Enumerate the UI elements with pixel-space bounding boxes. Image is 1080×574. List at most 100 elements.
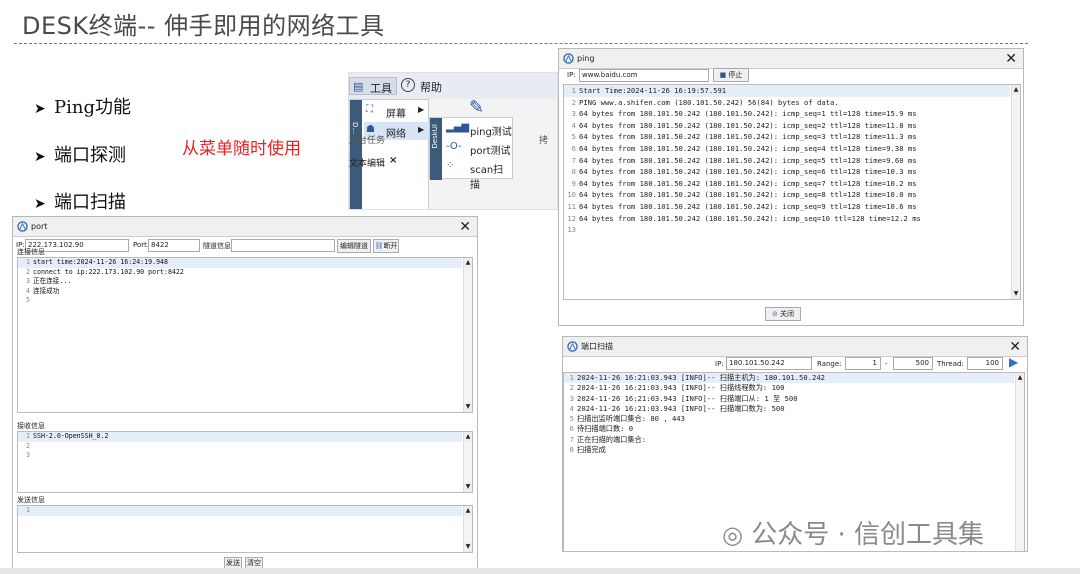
line-text: Start Time:2024-11-26 16:19:57.591	[579, 86, 727, 95]
line-text: 64 bytes from 180.101.50.242 (180.101.50…	[579, 167, 917, 177]
line-number: 7	[571, 155, 576, 165]
line-number: 7	[569, 434, 574, 444]
range-from-spinner[interactable]: 1	[845, 357, 881, 370]
scan-ip-input[interactable]: 180.101.50.242	[726, 357, 812, 370]
line-number: 4	[569, 403, 574, 413]
toolbox-icon: ▤	[353, 80, 364, 93]
list-item: 12 64 bytes from 180.101.50.242 (180.101.…	[564, 213, 1010, 225]
line-text: 正在扫描的端口集合:	[577, 434, 647, 444]
line-number: 8	[571, 167, 576, 177]
bullet-port-probe: ➤ 端口探测	[34, 145, 126, 166]
submenu-ping-test[interactable]: ▂▄▆ ping测试	[444, 120, 512, 138]
line-text: 64 bytes from 180.101.50.242 (180.101.50…	[579, 109, 917, 119]
scroll-up-icon[interactable]: ▲	[464, 258, 472, 268]
submenu-arrow-icon: ▶	[418, 125, 425, 134]
line-text: 2024-11-26 16:21:03.943 [INFO]-- 扫描端口数为:…	[577, 403, 785, 413]
port-number-input[interactable]: 8422	[148, 239, 200, 252]
scroll-up-icon[interactable]: ▲	[1012, 85, 1020, 95]
scrollbar[interactable]: ▲ ▼	[463, 432, 472, 492]
list-item: 11 64 bytes from 180.101.50.242 (180.101.…	[564, 201, 1010, 213]
menu-tools[interactable]: ▤ 工具	[349, 77, 397, 95]
line-text: 2024-11-26 16:21:03.943 [INFO]-- 扫描端口从: …	[577, 393, 798, 403]
menu-help[interactable]: ? 帮助	[401, 77, 451, 95]
line-number: 5	[569, 414, 574, 424]
stop-icon: ■	[719, 71, 727, 79]
stop-button[interactable]: ■ 停止	[713, 68, 749, 82]
list-item: 5 64 bytes from 180.101.50.242 (180.101.5…	[564, 131, 1010, 143]
disconnect-button[interactable]: ⛓断开	[373, 239, 399, 253]
list-item: 5	[26, 296, 30, 304]
help-icon: ?	[401, 78, 415, 92]
port-titlebar: port ✕	[13, 217, 477, 237]
list-item: 4 2024-11-26 16:21:03.943 [INFO]-- 扫描端口数为…	[564, 404, 1014, 414]
line-number: 10	[567, 190, 576, 200]
scrollbar[interactable]: ▲	[1015, 373, 1024, 551]
scroll-down-icon[interactable]: ▼	[464, 402, 472, 412]
line-number: 2	[569, 383, 574, 393]
list-item: 8 扫描完成	[564, 445, 1014, 455]
list-item: 8 64 bytes from 180.101.50.242 (180.101.5…	[564, 166, 1010, 178]
receive-info-area[interactable]: 1 SSH-2.0-OpenSSH_8.2 2 3 ▲ ▼	[17, 431, 473, 493]
list-item: 3 2024-11-26 16:21:03.943 [INFO]-- 扫描端口从:…	[564, 394, 1014, 404]
screen-icon: ⛶	[366, 104, 373, 115]
list-item: 3	[26, 451, 30, 459]
app-logo-icon	[563, 53, 574, 64]
close-icon[interactable]: ✕	[1005, 49, 1017, 69]
close-button[interactable]: ⊘ 关闭	[765, 307, 801, 321]
line-number: 1	[571, 86, 576, 95]
line-number: 3	[571, 109, 576, 119]
close-icon[interactable]: ×	[389, 155, 397, 166]
scrollbar[interactable]: ▲ ▼	[1011, 85, 1020, 299]
app-logo-icon	[567, 341, 578, 352]
scroll-down-icon[interactable]: ▼	[464, 482, 472, 492]
line-number: 5	[571, 132, 576, 142]
thread-spinner[interactable]: 100	[967, 357, 1003, 370]
bullet-ping: ➤ Ping功能	[34, 97, 131, 118]
list-item: 6 待扫描端口数: 0	[564, 424, 1014, 434]
ping-ip-input[interactable]: www.baidu.com	[579, 69, 709, 82]
scroll-up-icon[interactable]: ▲	[464, 432, 472, 442]
scrollbar[interactable]: ▲ ▼	[463, 506, 472, 552]
ping-output-area[interactable]: 1 Start Time:2024-11-26 16:19:57.591 2 PING…	[563, 84, 1021, 300]
close-icon[interactable]: ✕	[1009, 337, 1021, 357]
loading-icon: ⁘	[446, 160, 455, 171]
scroll-down-icon[interactable]: ▼	[464, 542, 472, 552]
port-window: port ✕ IP: 222.173.102.90 Port: 8422 隧道信…	[12, 216, 478, 570]
scroll-up-icon[interactable]: ▲	[1016, 373, 1024, 383]
menu-item-screen[interactable]: ⛶ 屏幕 ▶	[364, 102, 426, 120]
close-icon[interactable]: ✕	[459, 217, 471, 237]
scroll-up-icon[interactable]: ▲	[464, 506, 472, 516]
scan-titlebar: 端口扫描 ✕	[563, 337, 1027, 357]
list-item: 10 64 bytes from 180.101.50.242 (180.101.…	[564, 189, 1010, 201]
line-text: 64 bytes from 180.101.50.242 (180.101.50…	[579, 155, 917, 165]
submenu-port-test[interactable]: -O- port测试	[444, 139, 512, 157]
list-item: 1 start time:2024-11-26 16:24:19.948	[18, 258, 462, 268]
tunnel-info-input[interactable]	[231, 239, 335, 252]
line-number: 8	[569, 445, 574, 455]
line-text: 扫描完成	[577, 445, 606, 455]
tab-text-edit[interactable]: 文本编辑 ×	[349, 153, 409, 171]
scroll-down-icon[interactable]: ▼	[1012, 289, 1020, 299]
ping-titlebar: ping ✕	[559, 49, 1023, 69]
app-logo-icon	[17, 221, 28, 232]
list-item: 4 64 bytes from 180.101.50.242 (180.101.5…	[564, 120, 1010, 132]
scrollbar[interactable]: ▲ ▼	[463, 258, 472, 412]
line-number: 3	[569, 393, 574, 403]
submenu-arrow-icon: ▶	[418, 105, 425, 114]
range-to-spinner[interactable]: 500	[893, 357, 933, 370]
list-item: 7 正在扫描的端口集合:	[564, 435, 1014, 445]
line-number: 2	[571, 97, 576, 107]
list-item: 7 64 bytes from 180.101.50.242 (180.101.5…	[564, 155, 1010, 167]
line-text: 64 bytes from 180.101.50.242 (180.101.50…	[579, 178, 917, 188]
edit-tunnel-button[interactable]: 编辑隧道	[337, 239, 371, 253]
menu-usage-note: 从菜单随时使用	[182, 139, 301, 159]
send-info-area[interactable]: 1 ▲ ▼	[17, 505, 473, 553]
list-item: 9 64 bytes from 180.101.50.242 (180.101.5…	[564, 178, 1010, 190]
list-item: 6 64 bytes from 180.101.50.242 (180.101.5…	[564, 143, 1010, 155]
connection-info-area[interactable]: 1 start time:2024-11-26 16:24:19.948 2 con…	[17, 257, 473, 413]
list-item: 1 2024-11-26 16:21:03.943 [INFO]-- 扫描主机为:…	[564, 373, 1014, 384]
start-scan-play-icon[interactable]: ▶	[1009, 355, 1018, 369]
submenu-scan[interactable]: ⁘ scan扫描	[444, 158, 512, 191]
line-text: 64 bytes from 180.101.50.242 (180.101.50…	[579, 213, 921, 223]
arrow-icon: ➤	[34, 101, 46, 117]
